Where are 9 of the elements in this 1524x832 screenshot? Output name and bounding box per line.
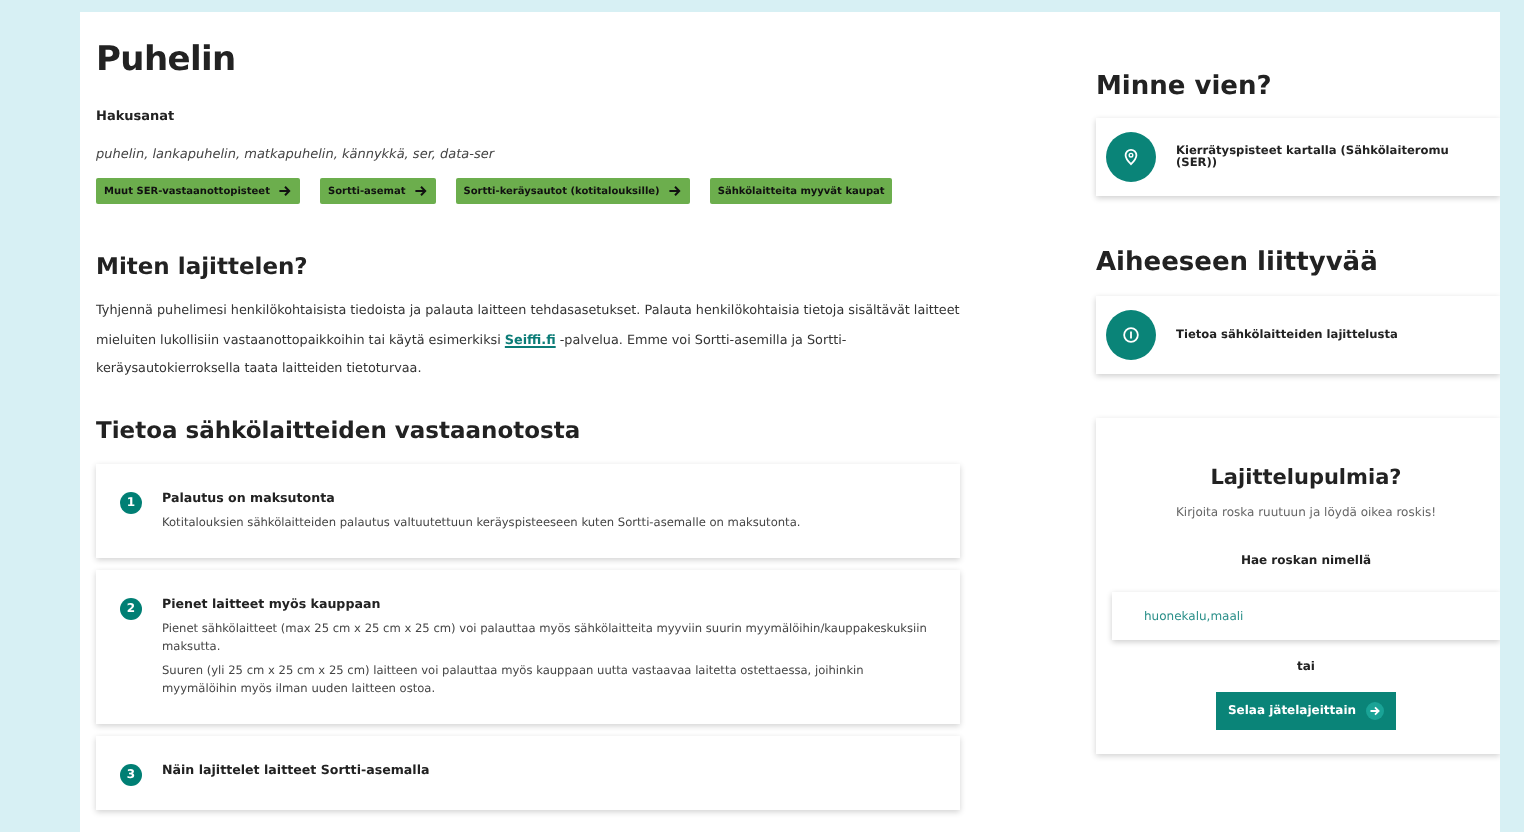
info-icon [1122,326,1140,344]
section-heading: Minne vien? [1096,72,1274,102]
section-heading: Aiheeseen liittyvää [1096,248,1380,278]
arrow-right-icon [1366,702,1385,720]
page-title: Puhelin [96,40,238,80]
help-title: Lajittelupulmia? [1210,466,1402,490]
map-pin-icon [1122,148,1140,166]
section-heading: Tietoa sähkölaitteiden vastaanotosta [96,415,583,443]
section-heading: Miten lajittelen? [96,252,310,280]
